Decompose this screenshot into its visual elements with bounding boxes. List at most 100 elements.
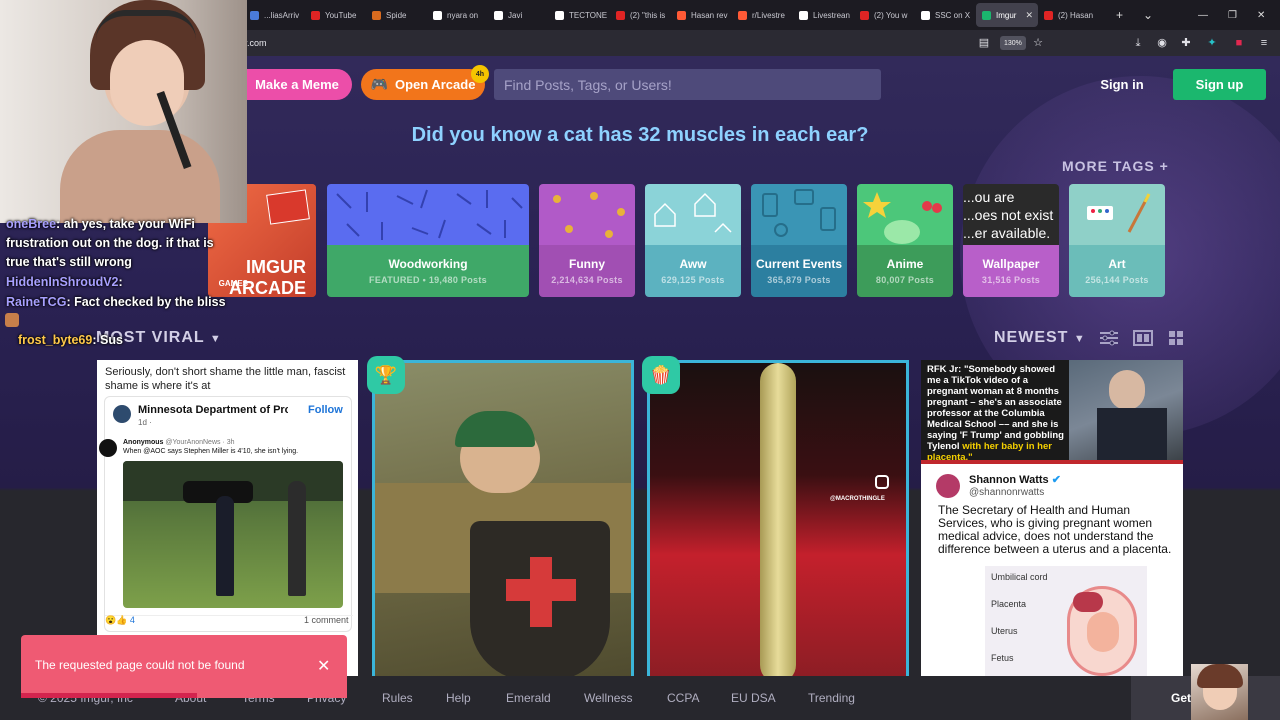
- comment-count[interactable]: 1 comment: [304, 615, 349, 625]
- footer-link[interactable]: Rules: [382, 691, 413, 705]
- post-card[interactable]: @MACROTHINGLE: [647, 360, 909, 680]
- gamepad-icon: 🎮: [370, 76, 388, 92]
- search-input[interactable]: [494, 69, 881, 100]
- anon-avatar: [99, 439, 117, 457]
- maximize-button[interactable]: ❐: [1228, 0, 1237, 30]
- filter-settings-icon[interactable]: [1099, 330, 1119, 346]
- more-tags-button[interactable]: MORE TAGS +: [1062, 158, 1169, 174]
- tag-tile-wallpaper[interactable]: ...ou are ...oes not exist ...er availab…: [963, 184, 1059, 297]
- footer-link[interactable]: Help: [446, 691, 471, 705]
- tag-count: FEATURED • 19,480 Posts: [369, 275, 487, 285]
- tab-close-icon[interactable]: ✕: [1025, 10, 1033, 21]
- open-arcade-button[interactable]: 🎮 Open Arcade: [361, 69, 485, 100]
- notification-icon[interactable]: ■: [1232, 36, 1246, 50]
- grid-view-icon[interactable]: [1166, 330, 1186, 346]
- close-window-button[interactable]: ✕: [1257, 0, 1265, 30]
- house-pattern-icon: [654, 192, 732, 233]
- diagram-label: Placenta: [991, 599, 1027, 609]
- tab-favicon-icon: [555, 10, 564, 20]
- footer-link[interactable]: Emerald: [506, 691, 551, 705]
- follow-button[interactable]: Follow: [308, 404, 343, 416]
- arcade-time-badge: 4h: [471, 65, 489, 83]
- tab-favicon-icon: [311, 10, 320, 20]
- new-tab-button[interactable]: +: [1116, 0, 1123, 30]
- minimize-button[interactable]: —: [1198, 0, 1208, 30]
- download-icon[interactable]: ⤓: [1131, 36, 1145, 50]
- anon-handle: @YourAnonNews · 3h: [165, 439, 235, 446]
- post-card[interactable]: RFK Jr: "Somebody showed me a TikTok vid…: [921, 360, 1183, 680]
- tag-tile-funny[interactable]: Funny 2,214,634 Posts: [539, 184, 635, 297]
- toast-message: The requested page could not be found: [35, 658, 245, 672]
- extension-icon[interactable]: ✦: [1205, 36, 1219, 50]
- list-view-icon[interactable]: [1133, 330, 1153, 346]
- browser-tab[interactable]: SSC on X: [915, 0, 976, 30]
- browser-tab[interactable]: ...liasArriv: [244, 0, 305, 30]
- reader-view-icon[interactable]: ▤: [977, 36, 991, 50]
- bookmark-star-icon[interactable]: ☆: [1031, 36, 1045, 50]
- woodworking-art: [327, 184, 529, 245]
- sign-in-button[interactable]: Sign in: [1086, 69, 1158, 100]
- tab-list-button[interactable]: ⌄: [1143, 0, 1153, 30]
- tab-favicon-icon: [250, 10, 259, 20]
- reaction-count: 4: [129, 615, 135, 625]
- tab-label: Javi: [508, 10, 523, 20]
- tab-favicon-icon: [982, 10, 991, 20]
- phone-pattern-icon: [762, 189, 836, 237]
- anime-characters-icon: [863, 192, 942, 244]
- browser-tab[interactable]: Imgur ✕: [976, 3, 1038, 27]
- tag-tile-woodworking[interactable]: Woodworking FEATURED • 19,480 Posts: [327, 184, 529, 297]
- news-banner: RFK Jr: "Somebody showed me a TikTok vid…: [921, 360, 1183, 464]
- tag-label: Funny 2,214,634 Posts: [539, 245, 635, 297]
- browser-tab[interactable]: TECTONE: [549, 0, 610, 30]
- tweet-author: Shannon Watts ✔: [969, 474, 1061, 486]
- tab-label: (2) Hasan: [1058, 10, 1094, 20]
- tab-favicon-icon: [738, 10, 747, 20]
- tag-count: 2,214,634 Posts: [551, 275, 623, 285]
- tag-tile-current-events[interactable]: Current Events 365,879 Posts: [751, 184, 847, 297]
- make-a-meme-label: Make a Meme: [255, 77, 339, 92]
- tag-tile-art[interactable]: Art 256,144 Posts: [1069, 184, 1165, 297]
- browser-tab[interactable]: (2) "this is: [610, 0, 671, 30]
- close-icon[interactable]: ✕: [317, 656, 330, 676]
- tab-favicon-icon: [921, 10, 930, 20]
- instagram-icon: [875, 475, 889, 489]
- zoom-level-badge[interactable]: 130%: [1000, 36, 1026, 50]
- browser-tab[interactable]: Spide: [366, 0, 427, 30]
- tab-favicon-icon: [433, 10, 442, 20]
- footer-link[interactable]: Wellness: [584, 691, 632, 705]
- post-image: [375, 363, 631, 680]
- wallpaper-art-text: ...ou are ...oes not exist ...er availab…: [963, 184, 1059, 245]
- chat-emote-icon: [5, 313, 19, 327]
- footer-link[interactable]: CCPA: [667, 691, 699, 705]
- tab-label: ...liasArriv: [264, 10, 300, 20]
- sign-up-button[interactable]: Sign up: [1173, 69, 1266, 100]
- post-card[interactable]: [372, 360, 634, 680]
- browser-tab[interactable]: YouTube: [305, 0, 366, 30]
- watermark: @MACROTHINGLE: [830, 496, 885, 502]
- browser-tab[interactable]: r/Livestre: [732, 0, 793, 30]
- browser-tab[interactable]: Livestrean: [793, 0, 854, 30]
- browser-tab[interactable]: (2) You w: [854, 0, 915, 30]
- account-avatar: [113, 405, 131, 423]
- tag-tile-anime[interactable]: Anime 80,007 Posts: [857, 184, 953, 297]
- browser-tab[interactable]: Hasan rev: [671, 0, 732, 30]
- footer-link[interactable]: Trending: [808, 691, 855, 705]
- footer-link[interactable]: EU DSA: [731, 691, 776, 705]
- current-events-art: [751, 184, 847, 245]
- news-photo: [1069, 360, 1183, 460]
- chat-message: RaineTCG: Fact checked by the bliss: [6, 295, 226, 309]
- chat-message: oneBree: ah yes, take your WiFi: [6, 217, 195, 231]
- error-toast: The requested page could not be found ✕: [21, 635, 347, 698]
- tag-tile-aww[interactable]: Aww 629,125 Posts: [645, 184, 741, 297]
- tab-label: Hasan rev: [691, 10, 728, 20]
- sort-newest-dropdown[interactable]: NEWEST ▼: [994, 329, 1086, 347]
- browser-tab[interactable]: Javi: [488, 0, 549, 30]
- browser-tab[interactable]: nyara on: [427, 0, 488, 30]
- tweet-handle: @shannonrwatts: [969, 487, 1045, 498]
- account-icon[interactable]: ◉: [1155, 36, 1169, 50]
- post-card[interactable]: Seriously, don't short shame the little …: [97, 360, 358, 680]
- extensions-icon[interactable]: ✚: [1179, 36, 1193, 50]
- tweet-body: The Secretary of Health and Human Servic…: [938, 503, 1172, 556]
- menu-icon[interactable]: ≡: [1257, 36, 1271, 50]
- browser-tab[interactable]: (2) Hasan: [1038, 0, 1099, 30]
